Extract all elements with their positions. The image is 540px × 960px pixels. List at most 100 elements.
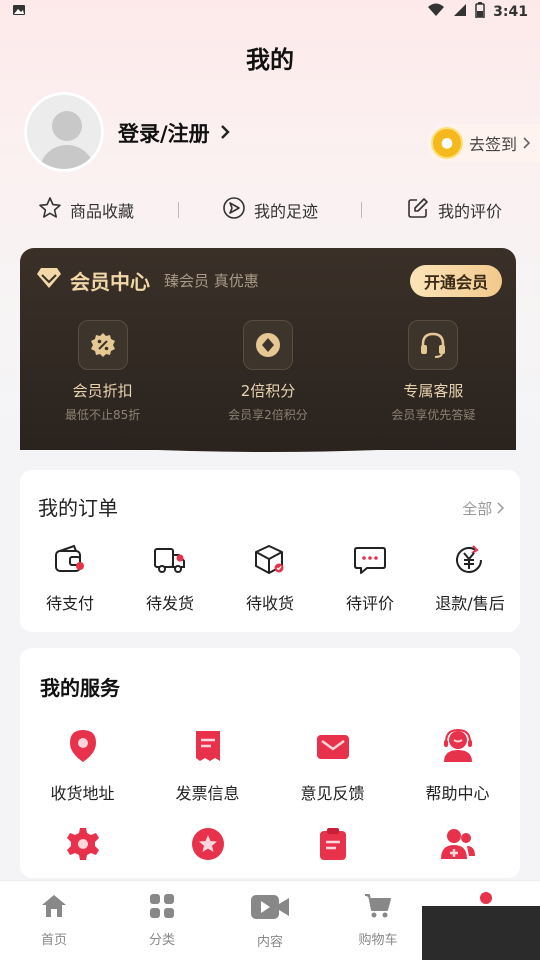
vip-feature-desc: 最低不止85折 (65, 408, 141, 422)
status-time: 3:41 (493, 4, 528, 20)
diamond-icon (36, 267, 62, 293)
page-title: 我的 (246, 46, 294, 74)
vip-feature-points[interactable]: 2倍积分 会员享2倍积分 (185, 320, 350, 423)
vip-feature-support[interactable]: 专属客服 会员享优先答疑 (351, 320, 516, 423)
signin-button[interactable]: ● 去签到 (426, 124, 540, 162)
order-status-pending-shipment[interactable]: 待发货 (120, 544, 220, 614)
tab-label: 内容 (256, 935, 283, 950)
location-icon (65, 728, 101, 768)
order-status-label: 待评价 (345, 594, 394, 613)
tab-label: 购物车 (358, 933, 398, 948)
order-status-refund[interactable]: 退款/售后 (420, 544, 520, 614)
quick-link-reviews[interactable]: 我的评价 (406, 196, 502, 224)
all-orders-label: 全部 (462, 500, 493, 518)
wifi-icon (427, 3, 445, 21)
order-status-label: 待支付 (45, 594, 94, 613)
tab-label: 分类 (148, 933, 175, 948)
avatar[interactable] (24, 92, 104, 172)
clipboard-icon (315, 826, 351, 866)
tab-content[interactable]: 内容 (216, 881, 324, 960)
vip-feature-desc: 会员享优先答疑 (391, 408, 476, 422)
chevron-right-icon (523, 134, 531, 153)
service-label: 帮助中心 (425, 784, 490, 803)
signin-label: 去签到 (468, 135, 517, 154)
quick-links: 商品收藏 我的足迹 我的评价 (0, 194, 540, 226)
vip-feature-discount[interactable]: 会员折扣 最低不止85折 (20, 320, 185, 423)
services-card: 我的服务 收货地址 发票信息 意见反馈 帮助中心 (20, 648, 520, 878)
order-status-pending-payment[interactable]: 待支付 (20, 544, 120, 614)
order-status-label: 退款/售后 (435, 594, 505, 613)
services-title: 我的服务 (40, 676, 120, 700)
support-icon (440, 728, 476, 768)
video-icon (250, 893, 290, 925)
tab-home[interactable]: 首页 (0, 881, 108, 960)
footprint-icon (222, 196, 246, 224)
tab-cart[interactable]: 购物车 (324, 881, 432, 960)
service-label: 收货地址 (50, 784, 115, 803)
vip-card[interactable]: 会员中心 臻会员 真优惠 开通会员 会员折扣 最低不止85折 2倍积分 会员享2… (20, 248, 516, 450)
order-status-pending-review[interactable]: 待评价 (320, 544, 420, 614)
order-status-label: 待发货 (145, 594, 194, 613)
open-membership-button[interactable]: 开通会员 (409, 265, 502, 297)
service-label: 意见反馈 (300, 784, 365, 803)
settings-icon (65, 826, 101, 866)
tab-label: 首页 (40, 933, 67, 948)
tab-indicator-dot (480, 892, 492, 904)
points-icon (242, 320, 293, 370)
users-icon (440, 826, 476, 866)
truck-icon (153, 544, 187, 580)
signal-icon (453, 3, 467, 21)
order-status-row: 待支付 待发货 待收货 待评价 退款/售后 (20, 544, 520, 614)
order-status-label: 待收货 (245, 594, 294, 613)
gallery-notification-icon (12, 3, 26, 21)
overlay-corner (422, 906, 540, 960)
avatar-body (39, 145, 95, 169)
headset-icon (408, 320, 459, 370)
service-help-center[interactable]: 帮助中心 (395, 728, 520, 826)
home-icon (40, 893, 68, 923)
login-register-link[interactable]: 登录/注册 (118, 118, 230, 148)
chevron-right-icon (497, 500, 505, 518)
mail-icon (315, 728, 351, 768)
quick-link-footprint[interactable]: 我的足迹 (222, 196, 318, 224)
quick-link-label: 商品收藏 (70, 202, 135, 221)
divider (361, 202, 363, 218)
vip-feature-title: 2倍积分 (240, 382, 296, 400)
tab-category[interactable]: 分类 (108, 881, 216, 960)
orders-card: 我的订单 全部 待支付 待发货 待收货 待评价 退款/售后 (20, 470, 520, 632)
comment-icon (353, 544, 387, 580)
order-status-pending-receipt[interactable]: 待收货 (220, 544, 320, 614)
service-address[interactable]: 收货地址 (20, 728, 145, 826)
quick-link-label: 我的评价 (437, 202, 502, 221)
refund-icon (453, 544, 487, 580)
vip-feature-title: 专属客服 (403, 382, 464, 400)
cart-icon (364, 893, 392, 923)
chevron-right-icon (220, 121, 230, 145)
invoice-icon (190, 728, 226, 768)
vip-feature-title: 会员折扣 (72, 382, 133, 400)
service-label: 发票信息 (175, 784, 240, 803)
vip-title: 会员中心 (70, 269, 150, 294)
star-icon (38, 196, 62, 224)
status-bar: 3:41 (0, 0, 540, 24)
service-invoice[interactable]: 发票信息 (145, 728, 270, 826)
login-label: 登录/注册 (118, 122, 210, 146)
wallet-icon (53, 544, 87, 580)
avatar-head (52, 111, 82, 141)
quick-link-label: 我的足迹 (253, 202, 318, 221)
vip-feature-desc: 会员享2倍积分 (228, 408, 308, 422)
orders-all-link[interactable]: 全部 (462, 498, 505, 519)
edit-icon (406, 196, 430, 224)
star-badge-icon (190, 826, 226, 866)
divider (177, 202, 179, 218)
battery-icon (475, 2, 485, 22)
discount-icon (77, 320, 128, 370)
quick-link-favorites[interactable]: 商品收藏 (38, 196, 134, 224)
coin-icon: ● (430, 127, 463, 159)
service-feedback[interactable]: 意见反馈 (270, 728, 395, 826)
vip-slogan: 臻会员 真优惠 (164, 271, 259, 290)
vip-card-wave (20, 436, 516, 452)
grid-icon (149, 893, 175, 923)
vip-features: 会员折扣 最低不止85折 2倍积分 会员享2倍积分 专属客服 会员享优先答疑 (20, 320, 516, 423)
orders-title: 我的订单 (38, 496, 118, 520)
